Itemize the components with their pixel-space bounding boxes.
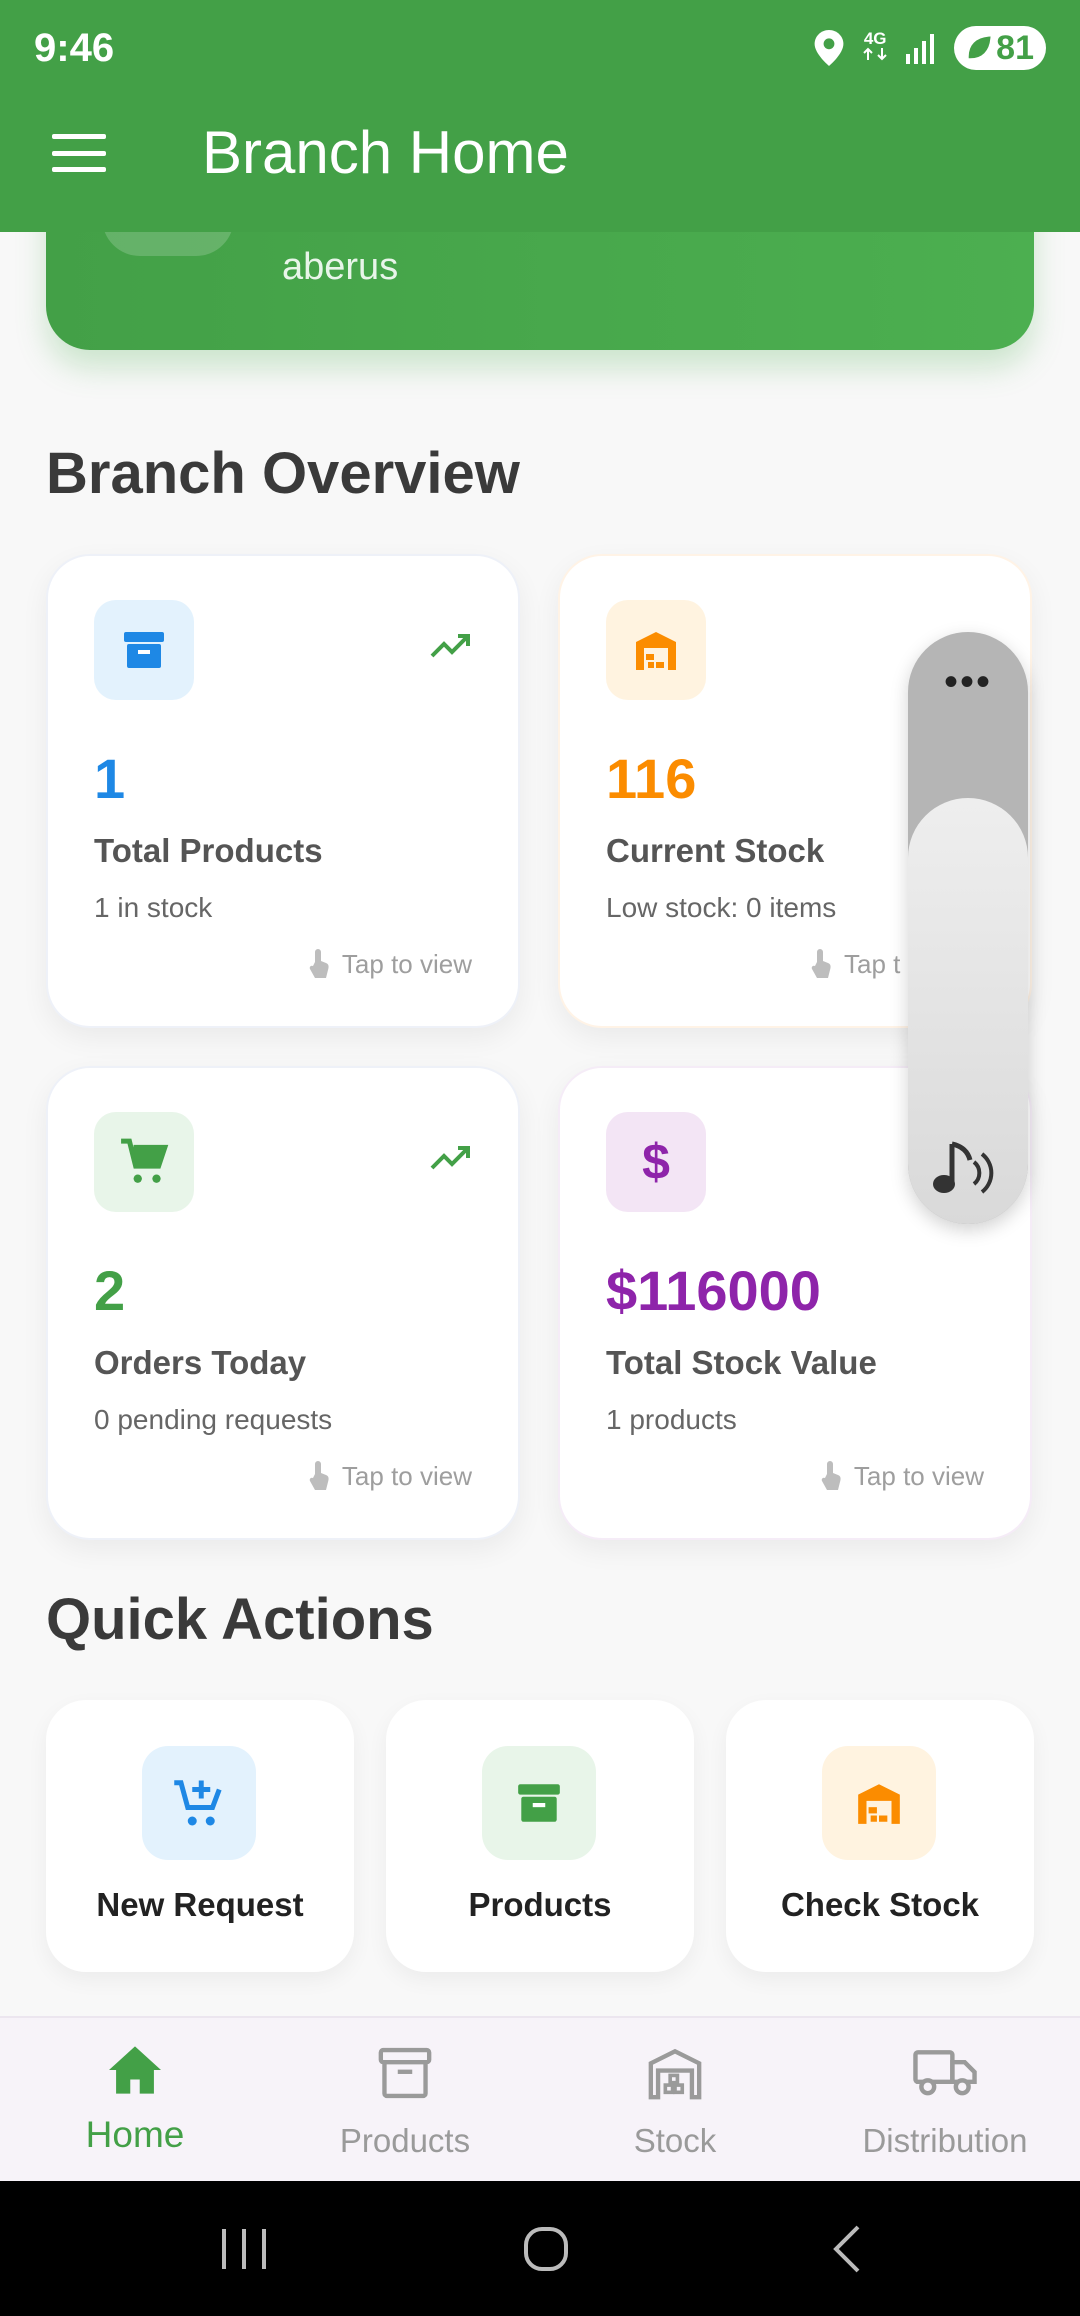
battery-indicator: 81 [954, 26, 1046, 70]
trending-up-icon [430, 1146, 470, 1170]
system-nav-bar [0, 2181, 1080, 2316]
status-icons: 4G 81 [814, 24, 1046, 72]
tap-icon [811, 949, 831, 978]
archive-icon [482, 1746, 596, 1860]
new-request-button[interactable]: New Request [46, 1700, 354, 1972]
stat-subtext: 0 pending requests [94, 1404, 333, 1435]
trending-up-icon [430, 634, 470, 658]
volume-panel[interactable]: ••• [908, 632, 1028, 1224]
nav-label: Distribution [862, 2122, 1028, 2159]
page-title: Branch Home [202, 119, 569, 186]
more-options-icon[interactable]: ••• [908, 662, 1028, 702]
tap-icon [821, 1461, 841, 1490]
stat-value: 2 [94, 1259, 126, 1322]
quick-action-label: New Request [96, 1886, 304, 1923]
stat-card-orders-today[interactable]: 2 Orders Today 0 pending requests Tap to… [46, 1066, 520, 1540]
tap-hint: Tap t [810, 948, 900, 980]
signal-icon [906, 34, 935, 64]
hamburger-icon [52, 134, 106, 139]
nav-label: Home [85, 2114, 185, 2155]
dollar-icon: $ [606, 1112, 706, 1212]
back-icon[interactable] [808, 2217, 888, 2281]
archive-icon [94, 600, 194, 700]
warehouse-icon [606, 600, 706, 700]
nav-home[interactable]: Home [0, 2018, 270, 2183]
tap-hint-text: Tap to view [341, 1460, 472, 1491]
tap-hint: Tap to view [308, 948, 472, 980]
stat-value: 116 [606, 747, 697, 810]
warehouse-icon [648, 2048, 702, 2100]
branch-name: aberus [282, 246, 399, 288]
tap-hint-text: Tap to view [853, 1460, 984, 1491]
tap-hint: Tap to view [308, 1460, 472, 1492]
stat-card-total-products[interactable]: 1 Total Products 1 in stock Tap to view [46, 554, 520, 1028]
stat-label: Orders Today [94, 1344, 307, 1381]
quick-action-label: Products [468, 1886, 612, 1923]
tap-hint: Tap to view [820, 1460, 984, 1492]
overview-title: Branch Overview [46, 441, 520, 506]
network-label: 4G [863, 29, 887, 48]
cart-icon [94, 1112, 194, 1212]
quick-actions-title: Quick Actions [46, 1587, 434, 1652]
home-icon [109, 2046, 161, 2094]
stat-subtext: Low stock: 0 items [606, 892, 837, 923]
stat-label: Current Stock [606, 832, 825, 869]
truck-icon [913, 2050, 977, 2096]
stat-value: 1 [94, 747, 126, 810]
stat-label: Total Products [94, 832, 323, 869]
stat-value: $116000 [606, 1259, 821, 1322]
tap-icon [309, 1461, 329, 1490]
network-indicator: 4G [862, 30, 888, 66]
battery-level: 81 [996, 28, 1034, 67]
tap-hint-text: Tap t [844, 948, 901, 979]
nav-products[interactable]: Products [270, 2018, 540, 2183]
data-arrows-icon [863, 47, 887, 61]
nav-stock[interactable]: Stock [540, 2018, 810, 2183]
nav-label: Products [339, 2122, 471, 2159]
warehouse-icon [822, 1746, 936, 1860]
leaf-icon [968, 36, 991, 59]
recents-icon[interactable] [204, 2217, 284, 2281]
stat-subtext: 1 products [606, 1404, 737, 1435]
products-button[interactable]: Products [386, 1700, 694, 1972]
quick-action-label: Check Stock [780, 1886, 980, 1923]
app-bar: 9:46 4G 81 Branch Home [0, 0, 1080, 232]
stat-subtext: 1 in stock [94, 892, 213, 923]
check-stock-button[interactable]: Check Stock [726, 1700, 1034, 1972]
archive-icon [378, 2047, 432, 2099]
tap-icon [309, 949, 329, 978]
stat-label: Total Stock Value [606, 1344, 877, 1381]
status-time: 9:46 [34, 26, 115, 70]
tap-hint-text: Tap to view [341, 948, 472, 979]
nav-distribution[interactable]: Distribution [810, 2018, 1080, 2183]
add-cart-icon [142, 1746, 256, 1860]
home-button-icon[interactable] [506, 2217, 586, 2281]
music-volume-icon[interactable] [930, 1136, 1002, 1200]
nav-label: Stock [633, 2122, 717, 2159]
menu-button[interactable] [48, 130, 110, 176]
location-icon [814, 30, 844, 66]
bottom-nav: Home Products Stock Distribution [0, 2016, 1080, 2181]
